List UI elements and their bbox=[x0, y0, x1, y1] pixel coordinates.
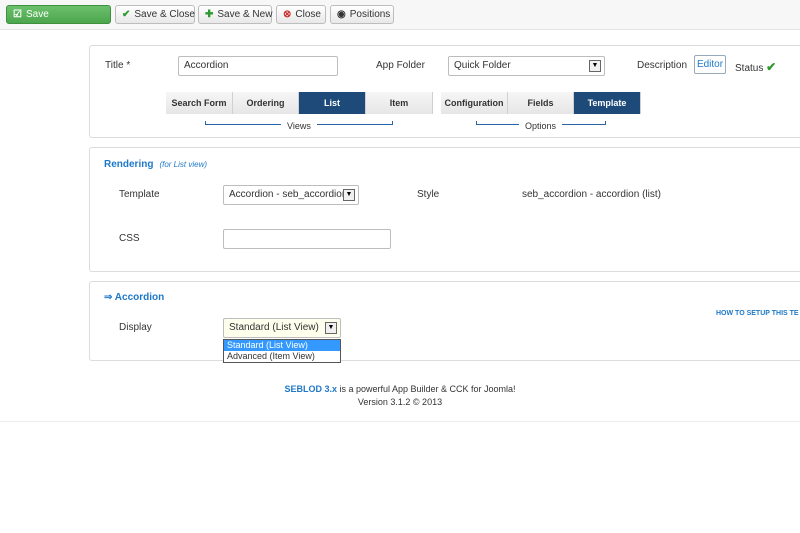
footer-divider bbox=[0, 421, 800, 422]
accordion-panel bbox=[89, 281, 800, 361]
display-option-standard[interactable]: Standard (List View) bbox=[224, 340, 340, 351]
css-label: CSS bbox=[119, 233, 140, 244]
required-mark: * bbox=[126, 60, 131, 71]
tab-template[interactable]: Template bbox=[574, 92, 641, 114]
display-label: Display bbox=[119, 322, 152, 333]
rendering-note: (for List view) bbox=[159, 160, 208, 169]
rendering-section-title: Rendering (for List view) bbox=[104, 159, 208, 170]
tab-search-form[interactable]: Search Form bbox=[166, 92, 233, 114]
close-button[interactable]: ⊗ Close bbox=[276, 5, 326, 24]
style-label: Style bbox=[417, 189, 440, 200]
title-label: Title * bbox=[105, 60, 131, 71]
how-to-setup-link[interactable]: HOW TO SETUP THIS TE bbox=[716, 310, 799, 317]
eye-icon: ◉ bbox=[337, 9, 346, 20]
footer-tagline: SEBLOD 3.x is a powerful App Builder & C… bbox=[284, 384, 516, 394]
description-label: Description bbox=[637, 60, 688, 71]
views-group-label: Views bbox=[281, 121, 317, 131]
tab-ordering[interactable]: Ordering bbox=[233, 92, 299, 114]
positions-button[interactable]: ◉ Positions bbox=[330, 5, 394, 24]
chevron-down-icon: ▼ bbox=[325, 322, 337, 334]
check-icon: ✔ bbox=[122, 9, 131, 20]
tab-item[interactable]: Item bbox=[366, 92, 433, 114]
style-value: seb_accordion - accordion (list) bbox=[522, 189, 661, 200]
chevron-down-icon: ▼ bbox=[343, 189, 355, 201]
template-select[interactable]: Accordion - seb_accordion ▼ bbox=[223, 185, 359, 205]
display-dropdown-list: Standard (List View) Advanced (Item View… bbox=[223, 339, 341, 363]
footer-version: Version 3.1.2 © 2013 bbox=[357, 397, 443, 407]
tab-fields[interactable]: Fields bbox=[508, 92, 574, 114]
close-icon: ⊗ bbox=[283, 9, 292, 20]
css-input[interactable] bbox=[223, 229, 391, 249]
title-input[interactable]: Accordion bbox=[178, 56, 338, 76]
chevron-down-icon: ▼ bbox=[589, 60, 601, 72]
plus-icon: ✚ bbox=[205, 9, 214, 20]
tab-list[interactable]: List bbox=[299, 92, 366, 114]
display-option-advanced[interactable]: Advanced (Item View) bbox=[224, 351, 340, 362]
app-folder-label: App Folder bbox=[376, 60, 425, 71]
seblod-link[interactable]: SEBLOD 3.x bbox=[284, 384, 337, 394]
save-icon: ☑ bbox=[13, 9, 22, 20]
save-button[interactable]: ☑ Save bbox=[6, 5, 111, 24]
editor-button[interactable]: Editor bbox=[694, 55, 726, 74]
save-new-button[interactable]: ✚ Save & New bbox=[198, 5, 272, 24]
template-label: Template bbox=[119, 189, 160, 200]
display-select[interactable]: Standard (List View) ▼ bbox=[223, 318, 341, 338]
tab-configuration[interactable]: Configuration bbox=[441, 92, 508, 114]
options-group-label: Options bbox=[519, 121, 563, 131]
save-close-button[interactable]: ✔ Save & Close bbox=[115, 5, 195, 24]
app-folder-select[interactable]: Quick Folder ▼ bbox=[448, 56, 605, 76]
status-label: Status ✔ bbox=[735, 60, 777, 74]
toolbar: ☑ Save ✔ Save & Close ✚ Save & New ⊗ Close ◉… bbox=[0, 0, 800, 30]
accordion-section-title: ⇒ Accordion bbox=[104, 292, 165, 303]
check-icon: ✔ bbox=[766, 60, 777, 74]
